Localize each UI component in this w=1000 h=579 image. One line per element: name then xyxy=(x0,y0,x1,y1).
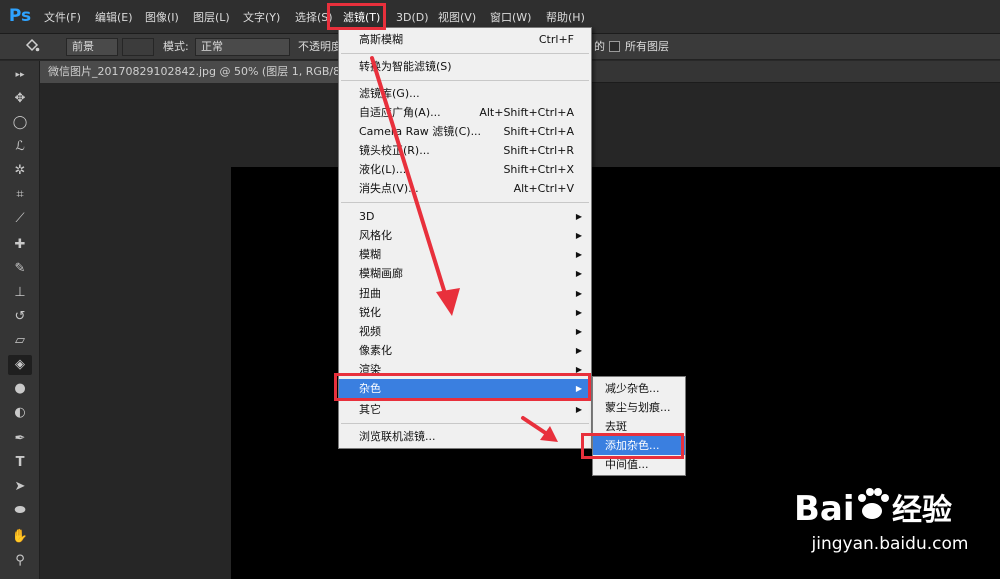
annotation-arrowhead xyxy=(436,288,460,316)
annotation-arrows xyxy=(370,56,558,442)
annotation-arrow-down xyxy=(370,56,449,302)
photoshop-window: Ps 文件(F) 编辑(E) 图像(I) 图层(L) 文字(Y) 选择(S) 滤… xyxy=(0,0,1000,579)
annotation-arrowhead xyxy=(540,426,558,442)
